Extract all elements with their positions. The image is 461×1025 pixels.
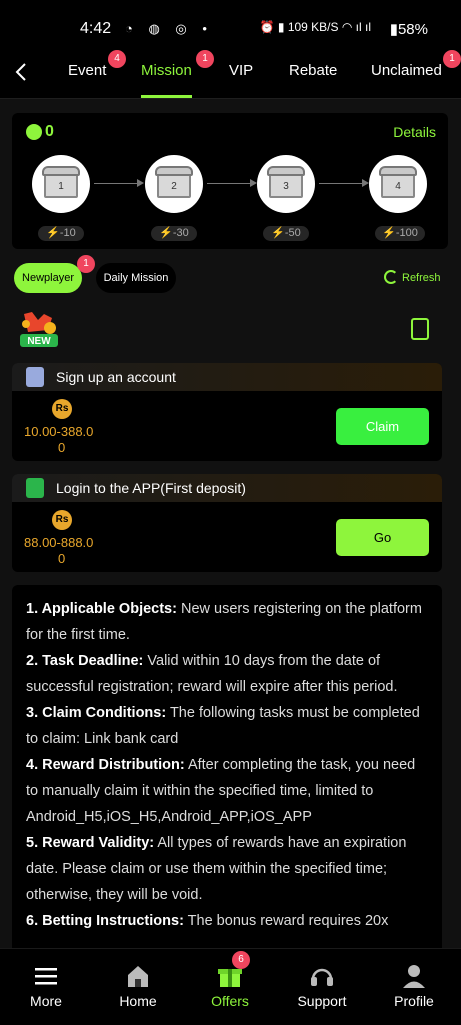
chest-number: 1 (58, 181, 64, 192)
rupee-icon: Rs (52, 399, 72, 419)
rule-item: 4. Reward Distribution: After completing… (26, 757, 416, 825)
task-header: Sign up an account (12, 363, 442, 391)
chest-reward: ⚡-50 (263, 226, 309, 241)
filter-daily-mission[interactable]: Daily Mission (96, 263, 176, 293)
treasure-chest-icon[interactable]: 2 (145, 155, 203, 213)
chest-number: 3 (283, 181, 289, 192)
chest-number: 4 (395, 181, 401, 192)
nav-label: Offers (211, 993, 249, 1009)
top-tab-bar: Event 4 Mission 1 VIP Rebate Unclaimed 1 (0, 50, 461, 99)
claim-button[interactable]: Claim (336, 408, 429, 445)
tab-event-badge: 4 (108, 50, 126, 68)
tab-unclaimed-badge: 1 (443, 50, 461, 68)
rules-panel: 1. Applicable Objects: New users registe… (12, 585, 442, 965)
task-card: Sign up an account Rs 10.00-388.0 0 Claim (12, 363, 442, 461)
nav-label: More (30, 993, 62, 1009)
rule-item: 2. Task Deadline: Valid within 10 days f… (26, 653, 398, 695)
chest-reward: ⚡-100 (375, 226, 425, 241)
person-icon (403, 965, 425, 988)
chest-reward: ⚡-10 (38, 226, 84, 241)
details-link[interactable]: Details (393, 124, 436, 140)
headset-icon (311, 968, 333, 986)
progress-arrow (207, 179, 257, 187)
task-header: Login to the APP(First deposit) (12, 474, 442, 502)
main-content: 0 Details 1 2 3 4 ⚡-10 ⚡-30 ⚡-50 ⚡-100 N… (0, 99, 461, 965)
nav-offers[interactable]: 6 Offers (184, 949, 276, 1025)
filter-newplayer[interactable]: Newplayer (14, 263, 82, 293)
svg-text:NEW: NEW (27, 336, 51, 347)
refresh-button[interactable]: Refresh (384, 270, 441, 284)
tab-mission-badge: 1 (196, 50, 214, 68)
network-speed: 109 KB/S (287, 20, 339, 34)
tab-rebate[interactable]: Rebate (289, 62, 337, 79)
nav-home[interactable]: Home (92, 949, 184, 1025)
clipboard-icon (26, 367, 44, 387)
tab-mission[interactable]: Mission (141, 62, 192, 79)
reward-progress-card: 0 Details 1 2 3 4 ⚡-10 ⚡-30 ⚡-50 ⚡-100 (12, 113, 448, 249)
notification-icons: ◔ ◍ ◎ • (125, 21, 213, 36)
login-icon (26, 478, 44, 498)
battery-level: ▮58% (389, 21, 428, 38)
status-bar: 4:42 ◔ ◍ ◎ • ⏰ ▮ 109 KB/S ◠ ıl ıl ▮58% (0, 0, 461, 50)
task-title: Sign up an account (56, 369, 176, 385)
menu-icon (35, 968, 57, 985)
task-title: Login to the APP(First deposit) (56, 480, 246, 496)
tab-unclaimed[interactable]: Unclaimed (371, 62, 442, 79)
rule-item: 1. Applicable Objects: New users registe… (26, 601, 422, 643)
rule-item: 5. Reward Validity: All types of rewards… (26, 835, 407, 903)
treasure-chest-icon[interactable]: 3 (257, 155, 315, 213)
refresh-icon (384, 270, 398, 284)
task-card: Login to the APP(First deposit) Rs 88.00… (12, 474, 442, 572)
task-reward-amount: 10.00-388.0 0 (24, 424, 94, 455)
task-list-icon[interactable] (411, 318, 429, 340)
progress-arrow (94, 179, 144, 187)
active-tab-indicator (141, 95, 192, 98)
status-time: 4:42 (80, 20, 112, 37)
lightning-icon (26, 124, 42, 140)
nav-label: Home (119, 993, 157, 1009)
tab-vip[interactable]: VIP (229, 62, 253, 79)
go-button[interactable]: Go (336, 519, 429, 556)
nav-more[interactable]: More (0, 949, 92, 1025)
rule-item: 6. Betting Instructions: The bonus rewar… (26, 913, 389, 929)
new-gift-icon: NEW (20, 312, 58, 347)
nav-label: Profile (394, 993, 434, 1009)
task-reward-amount: 88.00-888.0 0 (24, 535, 94, 566)
rupee-icon: Rs (52, 510, 72, 530)
home-icon (128, 966, 148, 987)
back-arrow-icon[interactable] (12, 60, 32, 84)
signal-icons: ⏰ ▮ 109 KB/S ◠ ıl ıl (259, 20, 371, 34)
chest-number: 2 (171, 181, 177, 192)
nav-support[interactable]: Support (276, 949, 368, 1025)
bottom-navigation: More Home 6 Offers Support Profile (0, 948, 461, 1025)
chest-reward: ⚡-30 (151, 226, 197, 241)
treasure-chest-icon[interactable]: 4 (369, 155, 427, 213)
bolt-count: 0 (45, 123, 54, 140)
newplayer-badge: 1 (77, 255, 95, 273)
treasure-chest-icon[interactable]: 1 (32, 155, 90, 213)
tab-event[interactable]: Event (68, 62, 106, 79)
nav-label: Support (297, 993, 347, 1009)
rule-item: 3. Claim Conditions: The following tasks… (26, 705, 420, 747)
offers-badge: 6 (232, 951, 250, 969)
nav-profile[interactable]: Profile (368, 949, 460, 1025)
progress-arrow (319, 179, 369, 187)
